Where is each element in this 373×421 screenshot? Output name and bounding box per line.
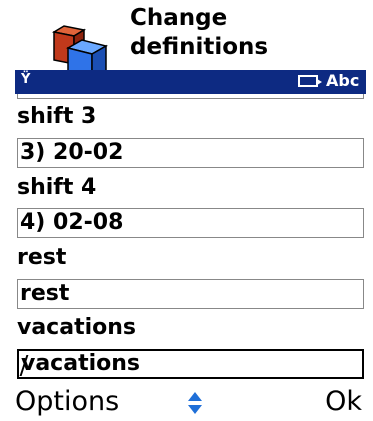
field-input-vacations-text: vacations <box>21 351 141 376</box>
input-mode-icon <box>298 75 322 87</box>
field-label-rest: rest <box>17 245 67 270</box>
ok-softkey[interactable]: Ok <box>325 386 362 418</box>
title-line-1: Change <box>130 5 228 31</box>
status-bar: Ÿ Abc <box>15 70 366 94</box>
field-input-shift-4[interactable]: 4) 02-08 <box>17 208 364 238</box>
input-mode-label: Abc <box>326 71 360 90</box>
options-softkey[interactable]: Options <box>15 386 119 418</box>
page-title: Change definitions <box>130 4 268 62</box>
field-input-vacations[interactable]: vacations <box>17 349 364 379</box>
field-label-shift-4: shift 4 <box>17 175 97 200</box>
field-input-rest[interactable]: rest <box>17 279 364 309</box>
up-down-arrows-icon <box>188 392 202 414</box>
title-line-2: definitions <box>130 34 269 60</box>
field-label-shift-3: shift 3 <box>17 104 97 129</box>
softkey-bar: Options Ok <box>15 384 366 421</box>
signal-icon: Ÿ <box>21 72 31 87</box>
field-input-shift-3[interactable]: 3) 20-02 <box>17 138 364 168</box>
definitions-list: shift 3 3) 20-02 shift 4 4) 02-08 rest r… <box>15 94 366 384</box>
field-label-vacations: vacations <box>17 315 137 340</box>
previous-field-edge <box>17 94 364 99</box>
